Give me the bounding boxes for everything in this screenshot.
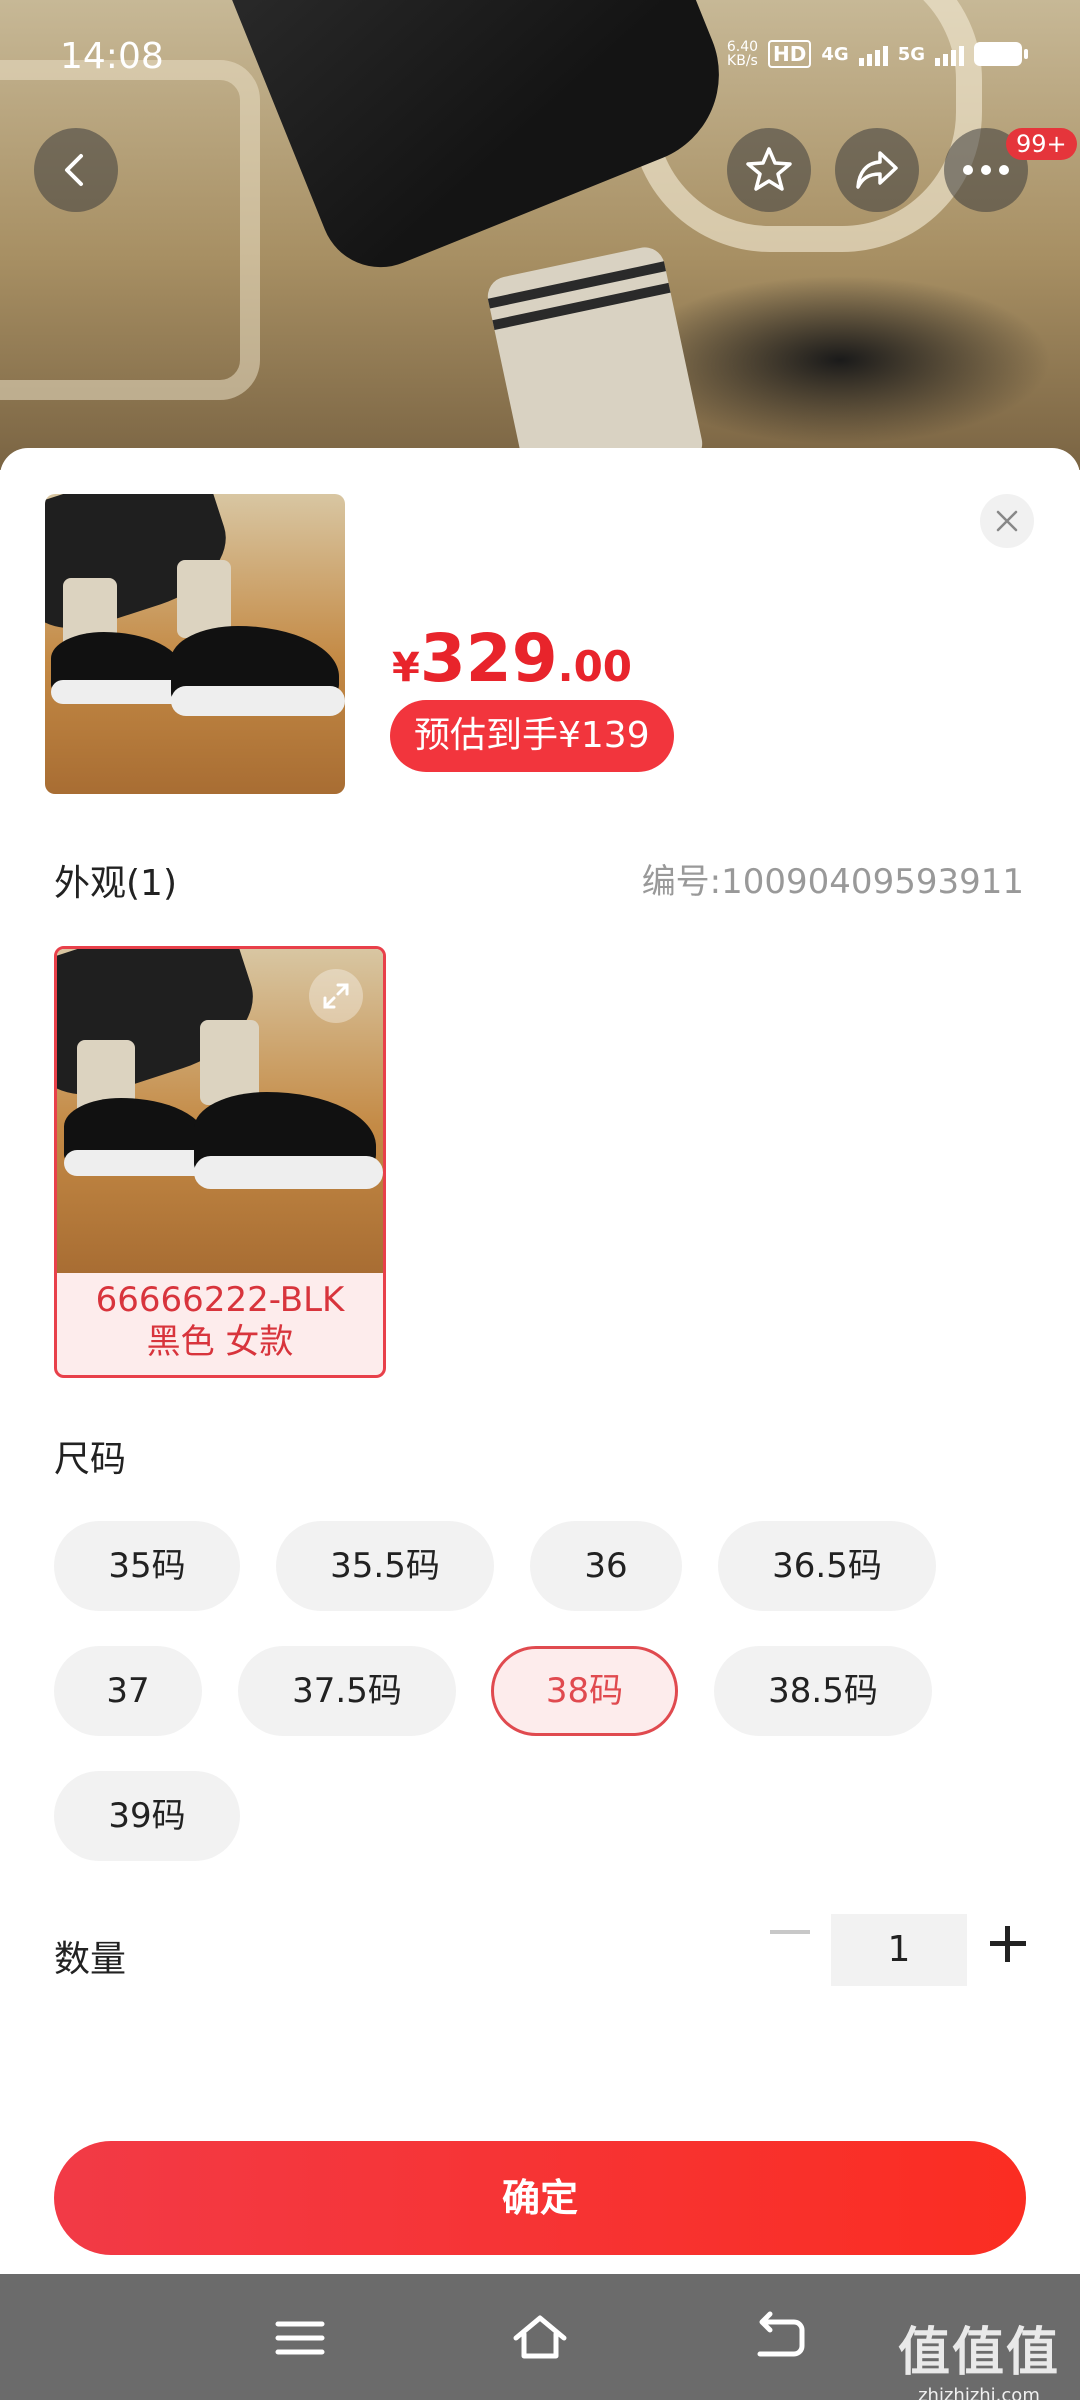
variant-label: 66666222-BLK 黑色 女款 [57, 1279, 383, 1363]
price-decimal: .00 [557, 642, 633, 691]
confirm-button[interactable]: 确定 [54, 2141, 1026, 2255]
size-option-36[interactable]: 36 [530, 1521, 682, 1611]
size-option-37[interactable]: 37 [54, 1646, 202, 1736]
close-icon [996, 510, 1018, 532]
watermark: 值值值 zhizhizhi.com [898, 2310, 1060, 2406]
home-icon[interactable] [510, 2310, 570, 2366]
estimated-price-badge: 预估到手¥139 [390, 700, 674, 772]
size-option-36-5[interactable]: 36.5码 [718, 1521, 936, 1611]
expand-icon [323, 983, 349, 1009]
net-speed: 6.40 KB/s [726, 39, 759, 69]
battery-icon [974, 42, 1028, 66]
quantity-input[interactable]: 1 [831, 1914, 967, 1986]
close-button[interactable] [980, 494, 1034, 548]
quantity-decrease-button[interactable] [770, 1930, 810, 1934]
favorite-button[interactable] [727, 128, 811, 212]
size-option-39[interactable]: 39码 [54, 1771, 240, 1861]
network-4g-label: 4G [821, 43, 849, 65]
chevron-left-icon [65, 154, 83, 186]
back-button[interactable] [34, 128, 118, 212]
expand-image-button[interactable] [309, 969, 363, 1023]
size-option-37-5[interactable]: 37.5码 [238, 1646, 456, 1736]
watermark-domain: zhizhizhi.com [918, 2385, 1040, 2406]
watermark-logo: 值值值 [897, 2323, 1060, 2383]
signal-icon [858, 42, 888, 66]
price-integer: 329 [419, 620, 558, 697]
status-bar: 14:08 6.40 KB/s HD 4G 5G [0, 0, 1080, 120]
menu-icon[interactable] [270, 2310, 330, 2366]
share-icon [856, 151, 898, 189]
product-thumbnail[interactable] [45, 494, 345, 794]
back-nav-icon[interactable] [750, 2310, 810, 2366]
product-price: ¥329.00 [392, 620, 632, 697]
size-title: 尺码 [54, 1439, 127, 1480]
size-option-35-5[interactable]: 35.5码 [276, 1521, 494, 1611]
signal-icon-2 [935, 42, 964, 66]
star-icon [746, 147, 792, 191]
currency-symbol: ¥ [392, 645, 420, 691]
sku-number: 编号:10090409593911 [641, 862, 1024, 902]
size-option-38-5[interactable]: 38.5码 [714, 1646, 932, 1736]
variant-desc: 黑色 女款 [146, 1322, 294, 1362]
more-dots-icon [963, 165, 1009, 175]
quantity-title: 数量 [54, 1939, 127, 1980]
quantity-increase-button[interactable] [990, 1926, 1026, 1962]
variant-option-selected[interactable]: 66666222-BLK 黑色 女款 [54, 946, 386, 1378]
notification-badge: 99+ [1006, 128, 1077, 160]
appearance-title: 外观(1) [54, 863, 177, 904]
size-option-35[interactable]: 35码 [54, 1521, 240, 1611]
system-icons: 6.40 KB/s HD 4G 5G [726, 39, 1028, 69]
variant-code: 66666222-BLK [95, 1280, 345, 1320]
network-5g-label: 5G [897, 43, 925, 65]
hd-icon: HD [768, 40, 812, 68]
size-option-38-selected[interactable]: 38码 [491, 1646, 678, 1736]
share-button[interactable] [835, 128, 919, 212]
status-time: 14:08 [60, 36, 164, 77]
